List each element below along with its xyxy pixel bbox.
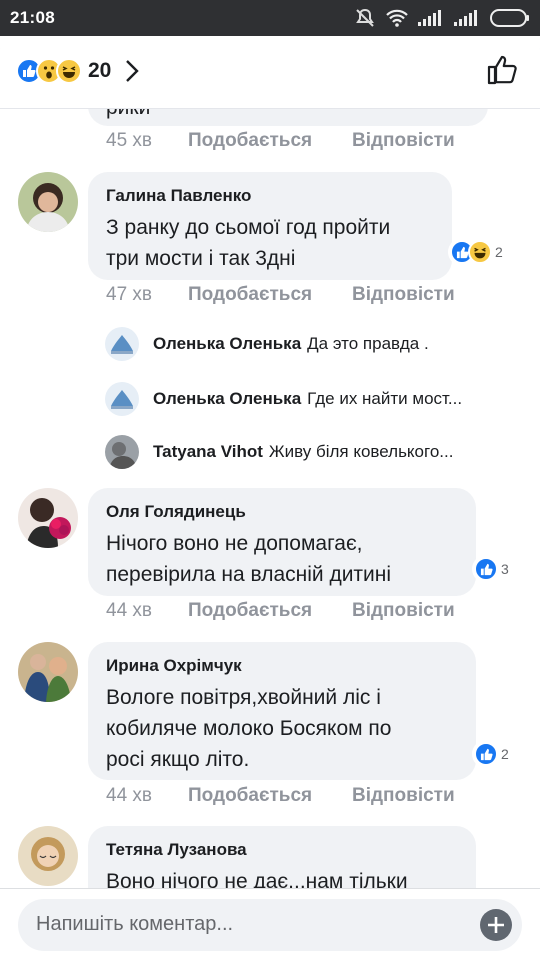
comment-text: З ранку до сьомої год пройти три мости і…: [106, 216, 391, 270]
comment-composer: Напишіть коментар...: [0, 888, 540, 960]
comment-text: Вологе повітря,хвойний ліс і кобиляче мо…: [106, 686, 392, 771]
reply-avatar[interactable]: [105, 435, 139, 469]
avatar[interactable]: [18, 642, 78, 702]
comment-time: 47 хв: [106, 284, 153, 305]
comment-reactions[interactable]: 2: [472, 740, 511, 768]
reply-item[interactable]: Tatyana Vihot Живу біля ковелького...: [105, 434, 525, 470]
status-time: 21:08: [10, 8, 55, 27]
reply-item[interactable]: Оленька Оленька Да это правда .: [105, 326, 525, 362]
comment-time: 44 хв: [106, 600, 153, 621]
reply-author[interactable]: Tatyana Vihot: [153, 442, 263, 462]
status-icons: [354, 8, 530, 28]
comment-author[interactable]: Галина Павленко: [106, 186, 251, 206]
like-reaction-icon: [474, 742, 498, 766]
comment-input-placeholder: Напишіть коментар...: [36, 913, 234, 935]
reply-link[interactable]: Відповісти: [352, 284, 455, 306]
avatar[interactable]: [18, 488, 78, 548]
reply-text: Живу біля ковелького...: [268, 442, 454, 461]
reactions-header: 20: [0, 36, 540, 108]
reply-avatar[interactable]: [105, 327, 139, 361]
status-bar: 21:08: [0, 0, 540, 36]
chevron-right-icon: [126, 60, 140, 82]
comment-input[interactable]: Напишіть коментар...: [18, 899, 522, 951]
haha-reaction-icon: [56, 58, 82, 84]
reply-link[interactable]: Відповісти: [352, 130, 455, 152]
comment-text: Воно нічого не дає...нам тільки: [106, 870, 408, 888]
comment-author[interactable]: Оля Голядинець: [106, 502, 246, 522]
wifi-icon: [386, 9, 408, 27]
comment-reactions[interactable]: 3: [472, 555, 511, 583]
comment-bubble: рики: [88, 108, 488, 126]
comment-text: Нічого воно не допомагає, перевірила на …: [106, 532, 392, 586]
reply-item[interactable]: Оленька Оленька Где их найти мост...: [105, 381, 525, 417]
reply-text: Да это правда .: [307, 334, 429, 353]
comment-bubble[interactable]: Галина Павленко З ранку до сьомої год пр…: [88, 172, 452, 280]
avatar[interactable]: [18, 172, 78, 232]
like-link[interactable]: Подобається: [188, 785, 312, 807]
like-link[interactable]: Подобається: [188, 600, 312, 622]
reply-text: Где их найти мост...: [307, 389, 463, 408]
comment-time: 45 хв: [106, 130, 153, 151]
reaction-count: 20: [88, 59, 112, 82]
haha-reaction-icon: [468, 240, 492, 264]
reply-link[interactable]: Відповісти: [352, 785, 455, 807]
reply-avatar[interactable]: [105, 382, 139, 416]
comment-bubble[interactable]: Оля Голядинець Нічого воно не допомагає,…: [88, 488, 476, 596]
comments-feed[interactable]: рики 45 хв Подобається Відповісти Галина…: [0, 108, 540, 888]
comment-author[interactable]: Тетяна Лузанова: [106, 840, 247, 860]
comment-time: 44 хв: [106, 785, 153, 806]
reply-link[interactable]: Відповісти: [352, 600, 455, 622]
comment-text: рики: [106, 108, 150, 123]
like-thumb-icon[interactable]: [486, 54, 518, 86]
reaction-count: 2: [501, 746, 509, 762]
comment-author[interactable]: Ирина Охрімчук: [106, 656, 242, 676]
like-reaction-icon: [474, 557, 498, 581]
comment-bubble[interactable]: Ирина Охрімчук Вологе повітря,хвойний лі…: [88, 642, 476, 780]
avatar[interactable]: [18, 826, 78, 886]
like-link[interactable]: Подобається: [188, 284, 312, 306]
reply-author[interactable]: Оленька Оленька: [153, 334, 301, 354]
signal-icon: [418, 10, 441, 26]
reactions-summary[interactable]: 20: [16, 56, 140, 86]
battery-icon: [490, 9, 529, 27]
reaction-count: 2: [495, 244, 503, 260]
mute-icon: [356, 8, 374, 27]
reply-author[interactable]: Оленька Оленька: [153, 389, 301, 409]
like-link[interactable]: Подобається: [188, 130, 312, 152]
add-icon[interactable]: [480, 909, 512, 941]
reaction-count: 3: [501, 561, 509, 577]
comment-reactions[interactable]: 2: [448, 238, 505, 266]
signal-icon-2: [454, 10, 477, 26]
comment-bubble[interactable]: Тетяна Лузанова Воно нічого не дає...нам…: [88, 826, 476, 888]
